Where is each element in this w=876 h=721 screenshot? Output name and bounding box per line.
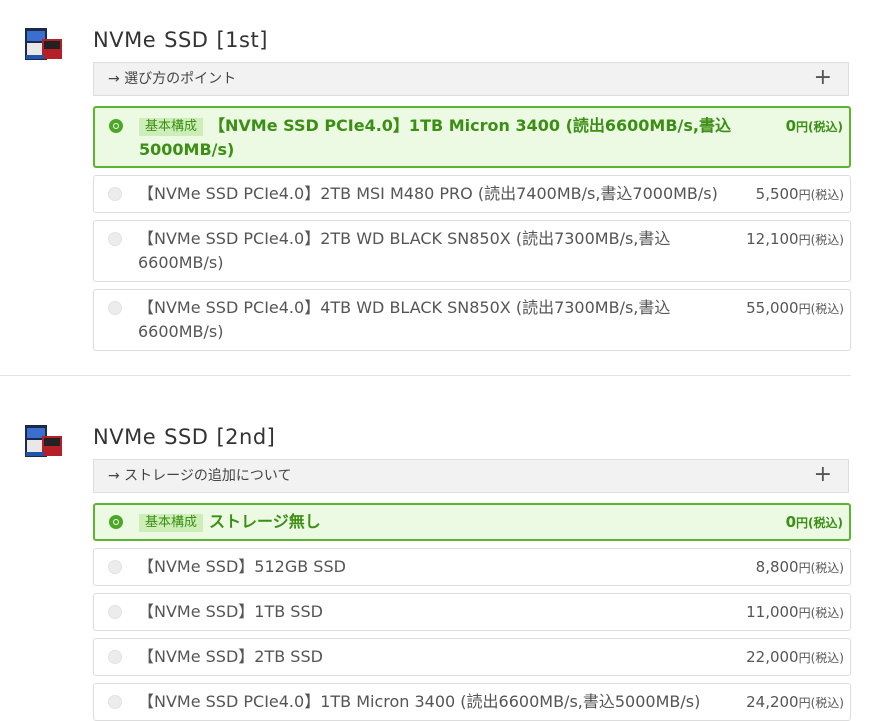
option-1tb-ssd[interactable]: 【NVMe SSD】1TB SSD 11,000円(税込): [93, 593, 851, 631]
option-label: 【NVMe SSD PCIe4.0】2TB WD BLACK SN850X (読…: [138, 229, 671, 272]
option-price: 55,000円(税込): [746, 299, 844, 317]
radio-unselected-icon[interactable]: [108, 650, 122, 664]
option-micron-3400-1tb[interactable]: 基本構成 【NVMe SSD PCIe4.0】1TB Micron 3400 (読…: [93, 106, 851, 168]
selection-tips-label: → 選び方のポイント: [108, 71, 237, 87]
option-price: 12,100円(税込): [746, 230, 844, 248]
option-price: 0円(税込): [785, 513, 843, 531]
selection-tips-toggle[interactable]: → 選び方のポイント +: [93, 62, 849, 96]
radio-unselected-icon[interactable]: [108, 560, 122, 574]
section-title: NVMe SSD [1st]: [93, 28, 268, 52]
option-label: 【NVMe SSD PCIe4.0】1TB Micron 3400 (読出660…: [138, 692, 701, 711]
storage-addition-label: → ストレージの追加について: [108, 468, 292, 484]
radio-unselected-icon[interactable]: [108, 232, 122, 246]
ssd-product-icon: [25, 28, 62, 60]
default-config-badge: 基本構成: [139, 118, 204, 136]
option-label: 基本構成 【NVMe SSD PCIe4.0】1TB Micron 3400 (読…: [139, 116, 731, 159]
option-label: 基本構成 ストレージ無し: [139, 510, 321, 534]
option-msi-m480-2tb[interactable]: 【NVMe SSD PCIe4.0】2TB MSI M480 PRO (読出74…: [93, 175, 851, 213]
option-2tb-ssd[interactable]: 【NVMe SSD】2TB SSD 22,000円(税込): [93, 638, 851, 676]
option-wd-sn850x-2tb[interactable]: 【NVMe SSD PCIe4.0】2TB WD BLACK SN850X (読…: [93, 220, 851, 282]
radio-unselected-icon[interactable]: [108, 301, 122, 315]
option-wd-sn850x-4tb[interactable]: 【NVMe SSD PCIe4.0】4TB WD BLACK SN850X (読…: [93, 289, 851, 351]
section-divider: [0, 375, 851, 376]
radio-unselected-icon[interactable]: [108, 695, 122, 709]
option-price: 24,200円(税込): [746, 693, 844, 711]
section-title: NVMe SSD [2nd]: [93, 425, 276, 449]
option-price: 8,800円(税込): [755, 558, 844, 576]
option-price: 11,000円(税込): [746, 603, 844, 621]
radio-unselected-icon[interactable]: [108, 605, 122, 619]
expand-plus-icon: +: [813, 462, 832, 487]
storage-addition-toggle[interactable]: → ストレージの追加について +: [93, 459, 849, 493]
expand-plus-icon: +: [813, 65, 832, 90]
radio-selected-icon[interactable]: [109, 119, 123, 133]
radio-selected-icon[interactable]: [109, 515, 123, 529]
option-micron-3400-1tb-extra[interactable]: 【NVMe SSD PCIe4.0】1TB Micron 3400 (読出660…: [93, 683, 851, 721]
option-price: 0円(税込): [785, 117, 843, 135]
radio-unselected-icon[interactable]: [108, 187, 122, 201]
option-label: 【NVMe SSD PCIe4.0】4TB WD BLACK SN850X (読…: [138, 298, 671, 341]
option-label: 【NVMe SSD】2TB SSD: [138, 647, 323, 666]
option-price: 5,500円(税込): [755, 185, 844, 203]
option-label: 【NVMe SSD PCIe4.0】2TB MSI M480 PRO (読出74…: [138, 184, 718, 203]
option-512gb-ssd[interactable]: 【NVMe SSD】512GB SSD 8,800円(税込): [93, 548, 851, 586]
default-config-badge: 基本構成: [139, 514, 204, 532]
option-label: 【NVMe SSD】1TB SSD: [138, 602, 323, 621]
option-price: 22,000円(税込): [746, 648, 844, 666]
ssd-product-icon: [25, 425, 62, 457]
option-no-storage[interactable]: 基本構成 ストレージ無し 0円(税込): [93, 503, 851, 541]
option-label: 【NVMe SSD】512GB SSD: [138, 557, 346, 576]
